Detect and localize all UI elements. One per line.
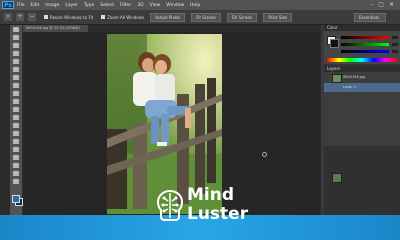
shape-tool-icon[interactable] [13,163,19,168]
print-size-button[interactable]: Print Size [263,12,293,22]
marquee-tool-icon[interactable] [13,35,19,40]
red-slider[interactable] [341,36,389,39]
menu-edit[interactable]: Edit [31,3,40,8]
quick-select-tool-icon[interactable] [13,51,19,56]
history-panel [324,146,400,215]
minimize-icon[interactable]: – [370,1,373,9]
gradient-tool-icon[interactable] [13,115,19,120]
green-slider[interactable] [341,43,389,46]
path-select-tool-icon[interactable] [13,155,19,160]
brand-name-line1: Mind [187,185,235,205]
brain-icon [156,189,184,221]
menu-view[interactable]: View [150,3,161,8]
crop-tool-icon[interactable] [13,59,19,64]
blur-tool-icon[interactable] [13,123,19,128]
menu-type[interactable]: Type [84,3,94,8]
menu-file[interactable]: File [17,3,25,8]
eyedropper-tool-icon[interactable] [13,67,19,72]
layer-row[interactable]: IMG0156.jpg [324,73,400,83]
history-thumbnail[interactable] [332,173,342,183]
cursor-indicator [262,152,267,157]
resize-windows-checkbox[interactable] [44,15,48,19]
color-panel [324,31,400,64]
type-tool-icon[interactable] [13,147,19,152]
zoom-out-icon[interactable]: − [28,13,36,21]
workspace-dropdown[interactable]: Essentials [354,13,386,22]
fill-screen-button[interactable]: Fill Screen [226,12,258,22]
menu-filter[interactable]: Filter [120,3,131,8]
color-spectrum[interactable] [327,58,397,62]
layer-row-selected[interactable]: Layer 1 [324,83,400,92]
pen-tool-icon[interactable] [13,139,19,144]
resize-windows-label: Resize Windows to Fit [50,14,94,20]
zoom-tool-icon[interactable]: ⌕ [4,13,12,21]
actual-pixels-button[interactable]: Actual Pixels [150,12,186,22]
options-bar: ⌕ + − Resize Windows to Fit Zoom All Win… [0,10,400,25]
brand-name-line2: Luster [187,204,249,224]
healing-tool-icon[interactable] [13,75,19,80]
maximize-icon[interactable]: ▢ [378,1,384,9]
blue-slider[interactable] [341,50,389,53]
close-icon[interactable]: ✕ [389,1,394,9]
foreground-color-swatch[interactable] [12,195,20,203]
layer-name: IMG0156.jpg [343,75,366,79]
mindluster-logo: Mind Luster [155,185,255,230]
menu-window[interactable]: Window [166,3,184,8]
menu-image[interactable]: Image [45,3,59,8]
layer-name: Layer 1 [343,85,357,89]
layers-panel-title[interactable]: Layers [324,66,400,72]
background-swatch-panel[interactable] [330,39,339,48]
stamp-tool-icon[interactable] [13,91,19,96]
lasso-tool-icon[interactable] [13,43,19,48]
red-value[interactable] [392,36,398,39]
menu-help[interactable]: Help [190,3,200,8]
menu-3d[interactable]: 3D [137,3,143,8]
history-brush-tool-icon[interactable] [13,99,19,104]
document-tab[interactable]: IMG0156.jpg @ 33.3% (RGB/8) [23,25,88,32]
hand-tool-icon[interactable] [13,171,19,176]
move-tool-icon[interactable] [13,27,19,32]
window-controls: – ▢ ✕ [370,1,394,9]
zoom-tool-icon[interactable] [13,179,19,184]
blue-value[interactable] [392,50,398,53]
green-value[interactable] [392,43,398,46]
tools-panel [10,25,22,217]
layer-thumbnail [332,74,342,83]
menu-select[interactable]: Select [100,3,114,8]
zoom-all-checkbox[interactable] [101,15,106,19]
fit-screen-button[interactable]: Fit Screen [191,12,221,22]
photoshop-window: Ps File Edit Image Layer Type Select Fil… [0,0,400,240]
layers-panel: Layers IMG0156.jpg Layer 1 [324,66,400,146]
menu-layer[interactable]: Layer [65,3,78,8]
brush-tool-icon[interactable] [13,83,19,88]
menu-bar: Ps File Edit Image Layer Type Select Fil… [0,0,400,10]
zoom-all-label: Zoom All Windows [107,14,145,20]
photoshop-logo: Ps [2,1,14,9]
zoom-in-icon[interactable]: + [16,13,24,21]
eraser-tool-icon[interactable] [13,107,19,112]
dodge-tool-icon[interactable] [13,131,19,136]
